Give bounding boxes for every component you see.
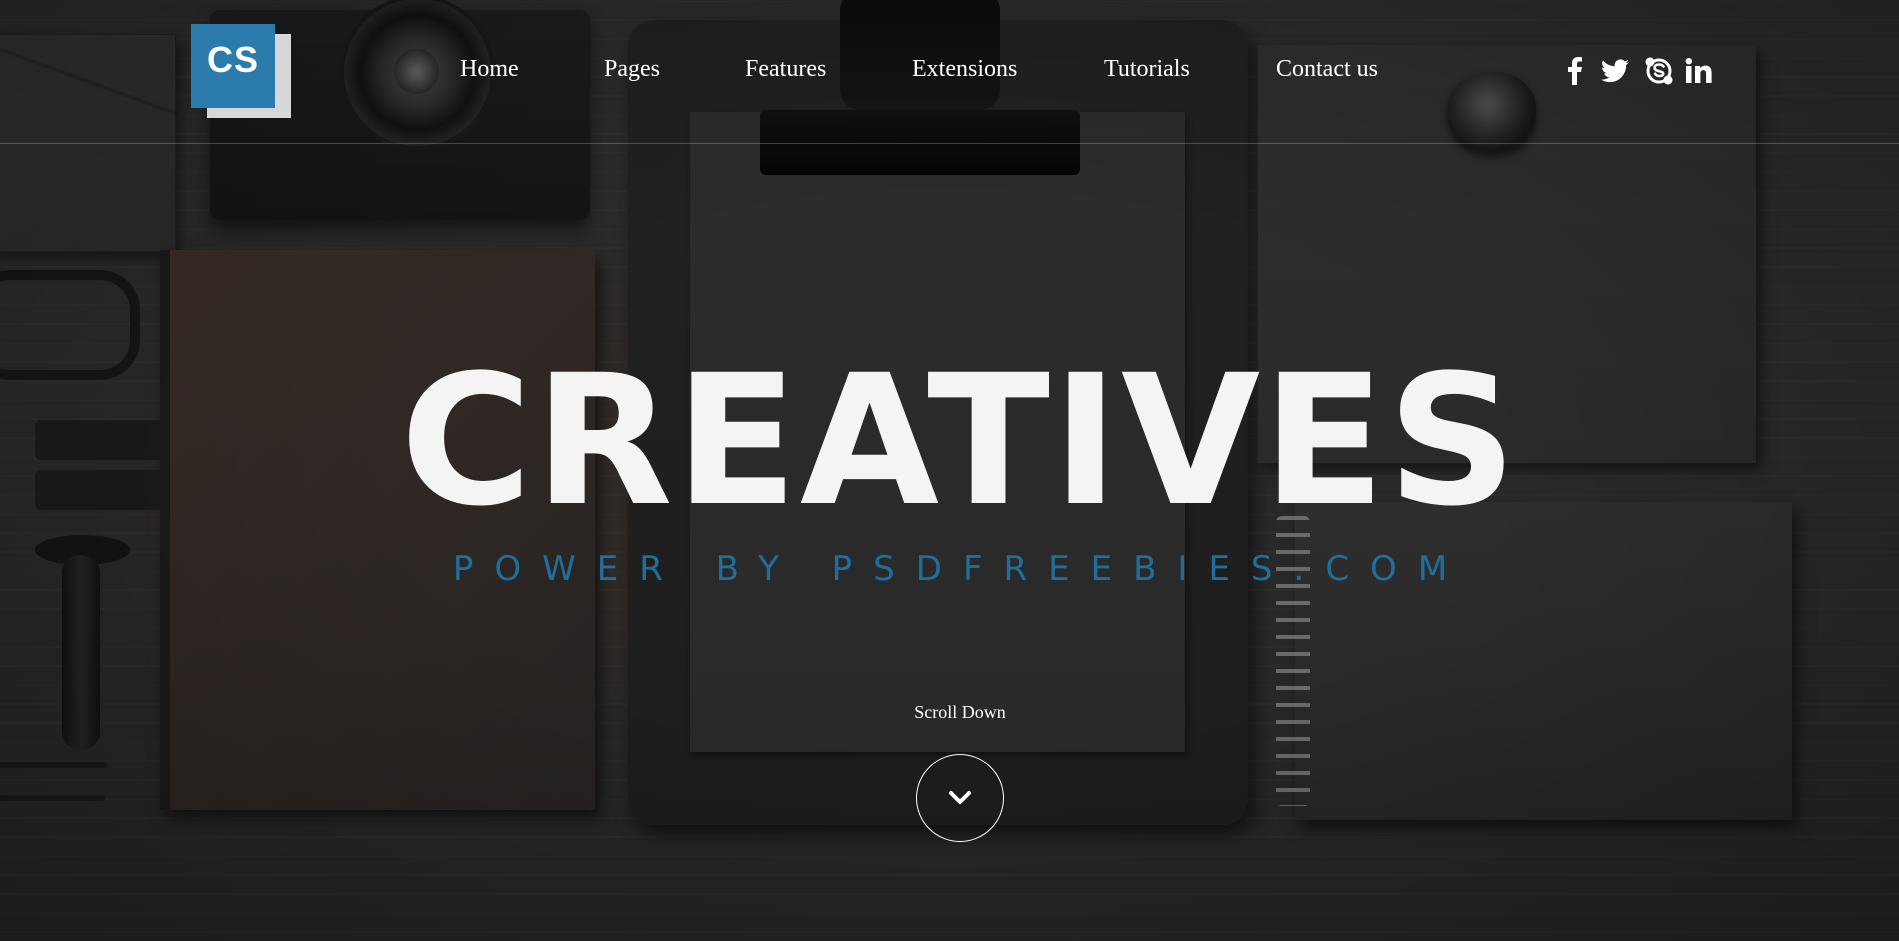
facebook-icon[interactable] (1560, 56, 1590, 86)
chevron-down-icon (949, 791, 971, 804)
logo-mark: CS (191, 24, 275, 108)
nav-item-extensions[interactable]: Extensions (912, 56, 1017, 83)
nav-item-features[interactable]: Features (745, 56, 826, 83)
scroll-down-button[interactable] (916, 754, 1004, 842)
hero-title: CREATIVES (400, 337, 1519, 546)
nav-item-tutorials[interactable]: Tutorials (1104, 56, 1190, 83)
nav-item-pages[interactable]: Pages (604, 56, 660, 83)
scroll-down-label[interactable]: Scroll Down (0, 702, 1899, 723)
site-logo[interactable]: CS (191, 24, 291, 120)
skype-icon[interactable] (1644, 56, 1674, 86)
twitter-icon[interactable] (1600, 56, 1630, 86)
site-header: CS Home Pages Features Extensions Tutori… (0, 0, 1899, 144)
nav-item-home[interactable]: Home (460, 56, 519, 83)
nav-item-contact-us[interactable]: Contact us (1276, 56, 1378, 83)
hero-subtitle: POWER BY PSDFREEBIES.COM (452, 549, 1469, 589)
linkedin-icon[interactable] (1684, 56, 1714, 86)
